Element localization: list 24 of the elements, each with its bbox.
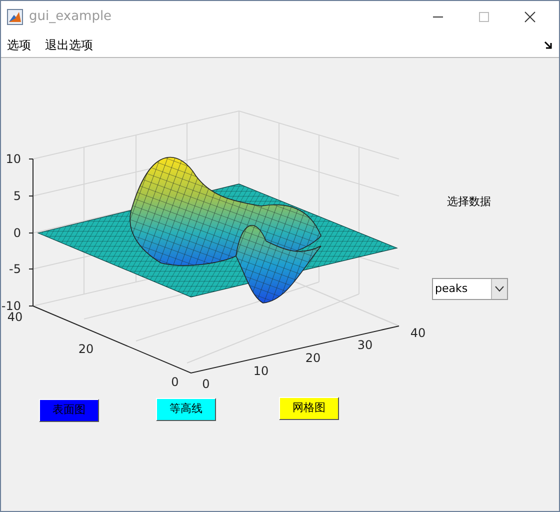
z-tick-label: -5: [9, 262, 21, 276]
z-tick-label: 0: [13, 226, 21, 240]
z-tick-label: 10: [6, 152, 21, 166]
x-tick-label: 30: [357, 338, 373, 352]
menu-item[interactable]: 退出选项: [45, 36, 93, 54]
plot-button[interactable]: 等高线: [156, 398, 216, 421]
data-dropdown[interactable]: peaks: [432, 278, 508, 300]
x-tick-label: 0: [202, 377, 210, 391]
z-tick-label: -10: [1, 299, 21, 313]
z-tick-label: 5: [13, 189, 21, 203]
y-tick-label: 20: [78, 342, 94, 356]
y-tick-label: 0: [171, 375, 179, 389]
window-title: gui_example: [29, 8, 112, 26]
close-icon[interactable]: [524, 11, 536, 23]
y-tick-label: 40: [7, 310, 23, 324]
menu-item[interactable]: 选项: [7, 36, 31, 54]
dock-arrow-icon[interactable]: [544, 41, 552, 49]
app-icon: [7, 9, 23, 25]
x-tick-label: 10: [253, 364, 269, 378]
plot-button[interactable]: 网格图: [279, 397, 339, 420]
x-tick-label: 20: [305, 351, 321, 365]
select-data-label: 选择数据: [447, 194, 491, 210]
x-tick-label: 40: [410, 326, 426, 340]
chevron-down-icon: [495, 286, 504, 292]
